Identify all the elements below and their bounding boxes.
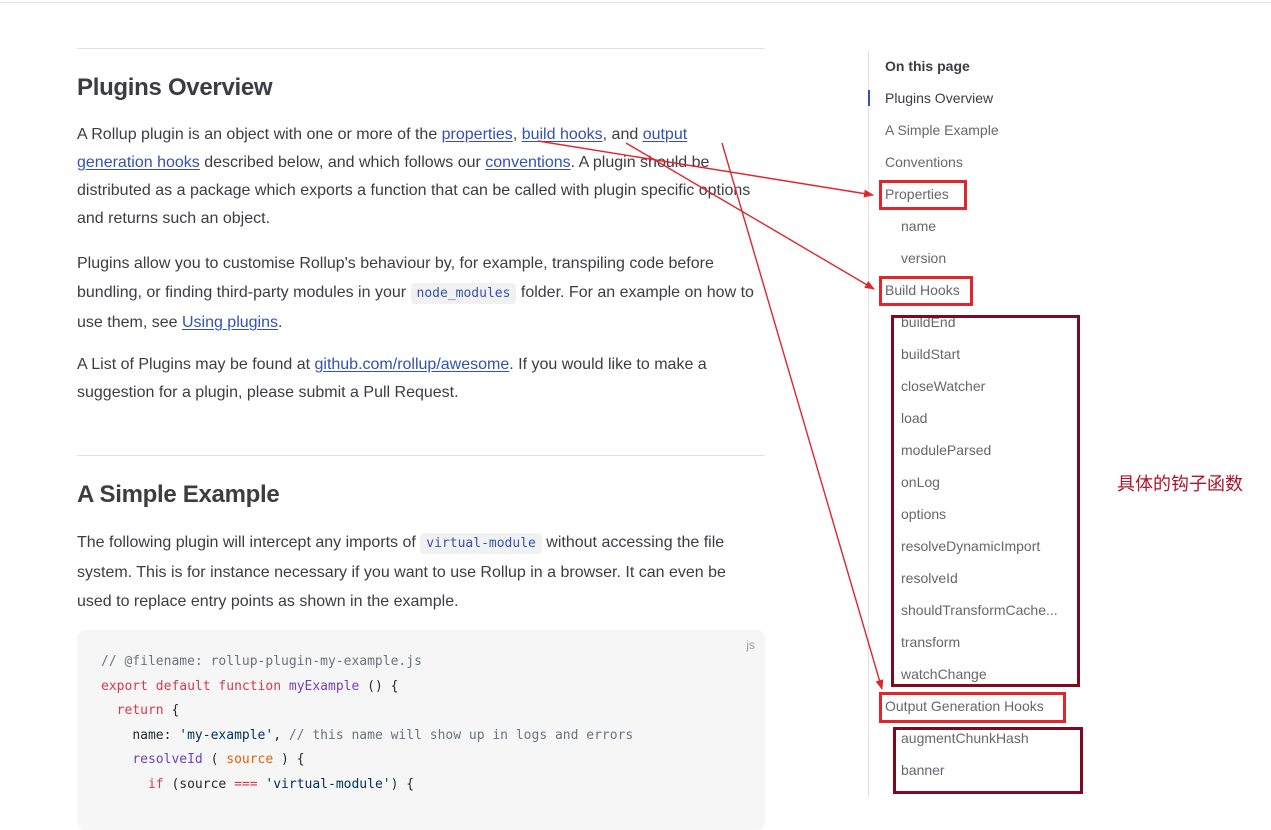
toc-item-conventions[interactable]: Conventions <box>885 152 963 172</box>
text-fragment: described below, and which follows our <box>199 154 486 171</box>
paragraph-plugin-list: A List of Plugins may be found at github… <box>77 351 765 407</box>
code-comment: // @filename: rollup-plugin-my-example.j… <box>101 654 422 669</box>
code-text: name: <box>132 727 180 743</box>
text-fragment: . <box>278 314 283 331</box>
code-block[interactable]: js // @filename: rollup-plugin-my-exampl… <box>77 630 765 830</box>
code-string: 'virtual-module' <box>265 776 391 792</box>
inline-code-node-modules: node_modules <box>410 283 517 304</box>
highlight-box-output-hook-functions <box>893 727 1083 794</box>
toc-item-name[interactable]: name <box>901 216 936 236</box>
code-function: resolveId <box>132 752 203 767</box>
code-language-label: js <box>746 638 755 652</box>
text-fragment: A List of Plugins may be found at <box>77 356 315 373</box>
code-text: (source <box>163 776 235 792</box>
toc-title: On this page <box>885 58 970 74</box>
code-keyword: function <box>218 678 282 694</box>
code-keyword: default <box>155 678 211 694</box>
link-properties[interactable]: properties <box>442 126 513 143</box>
code-text: , <box>273 727 289 743</box>
toc-item-plugins-overview[interactable]: Plugins Overview <box>885 88 993 108</box>
paragraph-plugin-definition: A Rollup plugin is an object with one or… <box>77 121 765 233</box>
toc-item-version[interactable]: version <box>901 248 946 268</box>
code-keyword: return <box>116 703 164 718</box>
code-function: myExample <box>288 678 360 694</box>
link-build-hooks[interactable]: build hooks <box>522 126 603 143</box>
toc-item-a-simple-example[interactable]: A Simple Example <box>885 120 999 140</box>
link-conventions[interactable]: conventions <box>485 154 570 171</box>
text-fragment: A Rollup plugin is an object with one or… <box>77 126 442 143</box>
annotation-note: 具体的钩子函数 <box>1117 474 1243 494</box>
top-border <box>0 2 1271 3</box>
inline-code-virtual-module: virtual-module <box>420 533 542 554</box>
code-comment: // this name will show up in logs and er… <box>288 727 634 743</box>
link-rollup-awesome[interactable]: github.com/rollup/awesome <box>314 356 509 373</box>
text-fragment: , and <box>602 126 643 143</box>
text-fragment: The following plugin will intercept any … <box>77 534 421 551</box>
code-content: // @filename: rollup-plugin-my-example.j… <box>101 650 633 797</box>
highlight-box-properties <box>879 180 967 210</box>
code-keyword: if <box>147 776 164 792</box>
code-text: { <box>163 703 180 718</box>
code-keyword: export <box>101 678 148 694</box>
heading-plugins-overview: Plugins Overview <box>77 74 273 101</box>
code-text: ) { <box>390 776 415 792</box>
highlight-box-build-hook-functions <box>891 315 1080 687</box>
code-text: () { <box>359 678 399 694</box>
code-text: ) { <box>273 752 305 767</box>
text-fragment: , <box>512 126 522 143</box>
toc-active-marker <box>868 90 870 106</box>
heading-simple-example: A Simple Example <box>77 481 280 508</box>
section-divider <box>77 455 765 456</box>
paragraph-simple-example: The following plugin will intercept any … <box>77 528 765 616</box>
highlight-box-output-generation-hooks <box>879 692 1066 723</box>
code-parameter: source <box>226 752 274 767</box>
paragraph-customise: Plugins allow you to customise Rollup's … <box>77 249 765 337</box>
code-string: 'my-example' <box>179 727 274 743</box>
code-operator: === <box>234 776 258 792</box>
link-using-plugins[interactable]: Using plugins <box>182 314 278 331</box>
code-text: ( <box>202 752 227 767</box>
section-divider <box>77 48 765 49</box>
highlight-box-build-hooks <box>879 276 973 306</box>
